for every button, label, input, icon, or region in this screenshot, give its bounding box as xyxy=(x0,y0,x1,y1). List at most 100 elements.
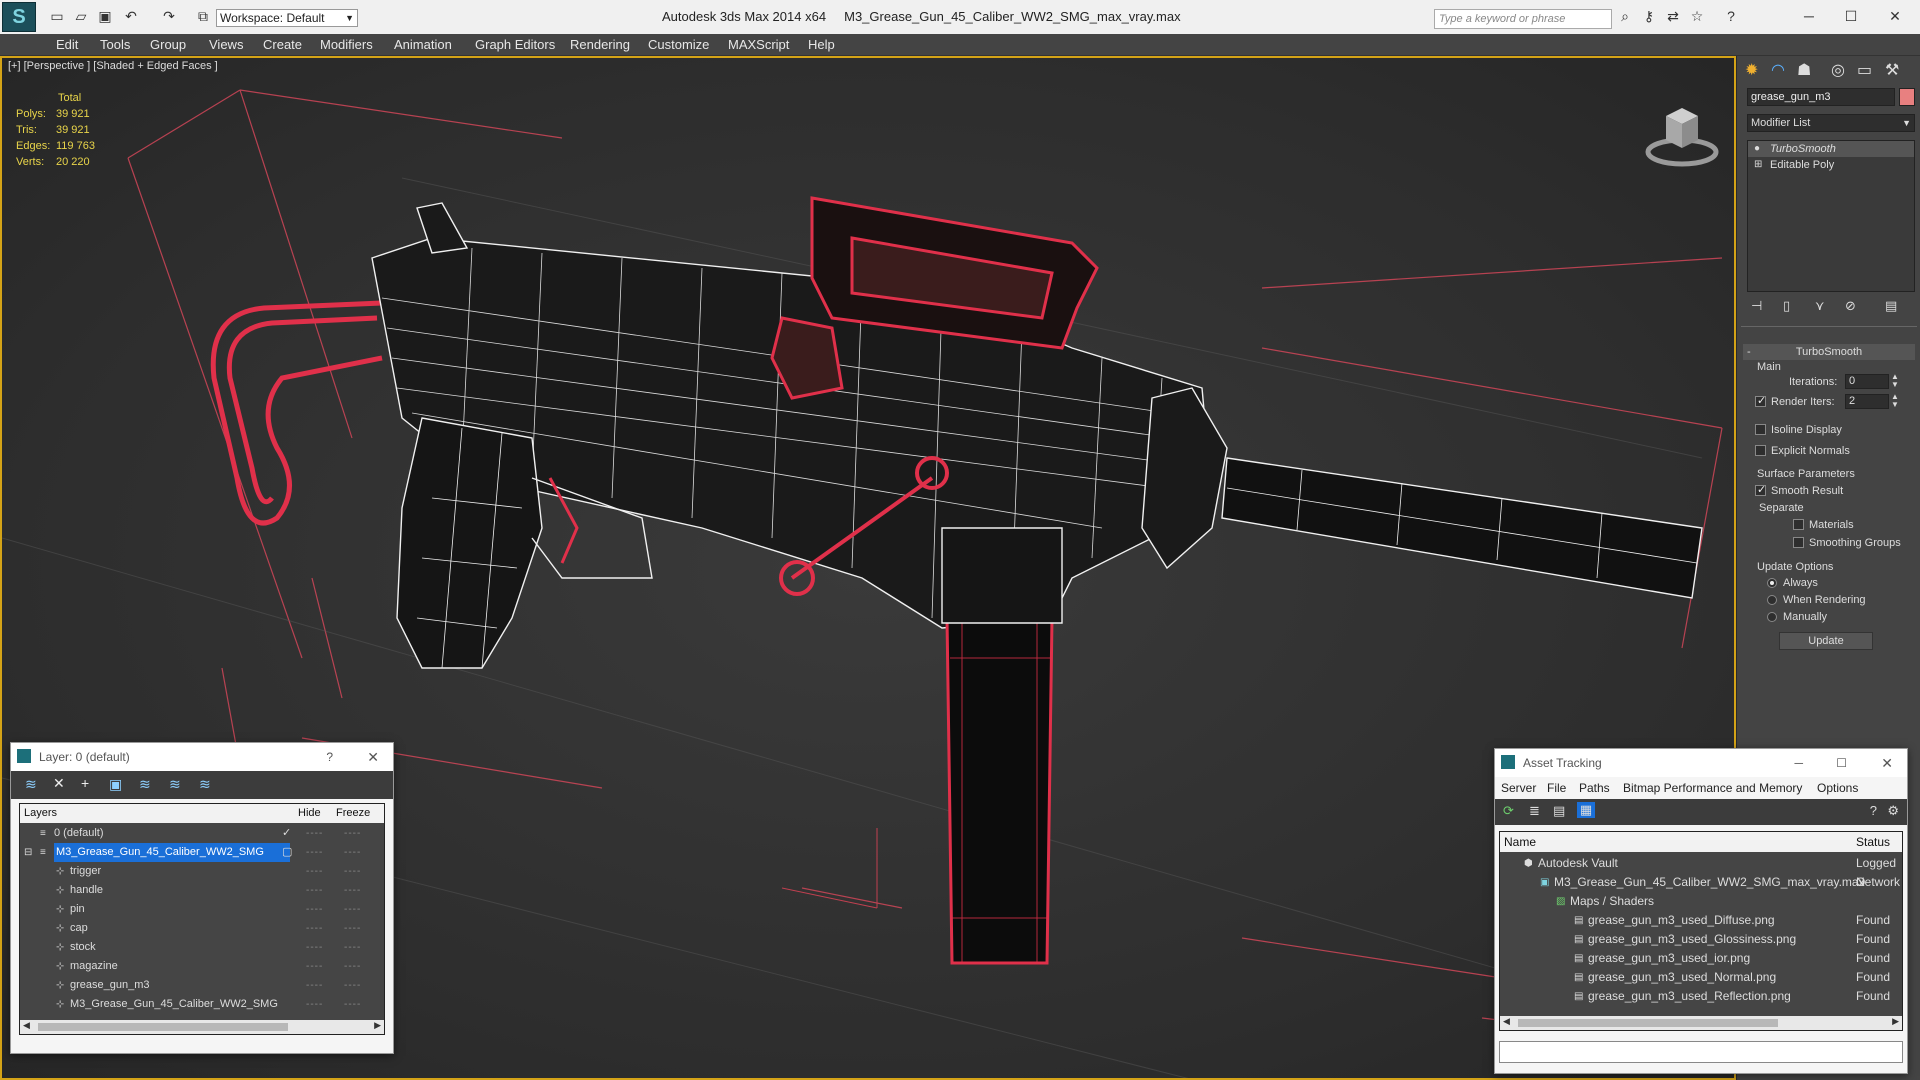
menu-bitmap-performance[interactable]: Bitmap Performance and Memory xyxy=(1623,777,1802,799)
update-button[interactable]: Update xyxy=(1779,632,1873,650)
freeze-toggle[interactable]: ---- xyxy=(344,995,361,1014)
hide-toggle[interactable]: ---- xyxy=(306,957,323,976)
object-name-field[interactable]: grease_gun_m3 xyxy=(1747,88,1895,106)
horizontal-scrollbar[interactable]: ◀ ▶ xyxy=(20,1020,384,1034)
help-icon[interactable]: ? xyxy=(1722,7,1740,25)
freeze-toggle[interactable]: ---- xyxy=(344,862,361,881)
materials-checkbox[interactable] xyxy=(1793,519,1804,530)
column-layers[interactable]: Layers xyxy=(24,804,57,823)
modify-tab-icon[interactable]: ◠ xyxy=(1771,60,1785,80)
expand-icon[interactable]: ⊞ xyxy=(1754,157,1762,173)
workspace-dropdown[interactable]: Workspace: Default ▼ xyxy=(216,9,358,27)
table-view-icon[interactable]: ▦ xyxy=(1577,802,1595,818)
freeze-toggle[interactable]: ---- xyxy=(344,824,361,843)
modifier-list-dropdown[interactable]: Modifier List ▼ xyxy=(1747,114,1915,132)
app-logo-icon[interactable]: S xyxy=(2,2,36,32)
binoculars-icon[interactable]: ⌕ xyxy=(1616,7,1634,25)
search-box[interactable]: Type a keyword or phrase xyxy=(1434,9,1612,29)
always-radio[interactable] xyxy=(1767,578,1777,588)
star-icon[interactable]: ☆ xyxy=(1688,7,1706,25)
spinner-arrows-icon[interactable]: ▲ ▼ xyxy=(1891,393,1899,409)
layer-row-selected[interactable]: ⊟ ≡ M3_Grease_Gun_45_Caliber_WW2_SMG ▢ -… xyxy=(20,843,380,862)
exchange-icon[interactable]: ⇄ xyxy=(1664,7,1682,25)
turbosmooth-rollout-header[interactable]: - TurboSmooth xyxy=(1743,344,1915,360)
scroll-right-icon[interactable]: ▶ xyxy=(1892,1016,1899,1027)
new-file-icon[interactable]: ▭ xyxy=(48,7,66,25)
smoothing-groups-checkbox[interactable] xyxy=(1793,537,1804,548)
maximize-icon[interactable]: ☐ xyxy=(1836,749,1847,777)
hide-toggle[interactable]: ---- xyxy=(306,900,323,919)
asset-row-file[interactable]: ▤ grease_gun_m3_used_Reflection.png Foun… xyxy=(1500,987,1900,1006)
remove-modifier-icon[interactable]: ⊘ xyxy=(1845,298,1856,314)
hide-toggle[interactable]: ---- xyxy=(306,862,323,881)
menu-help[interactable]: Help xyxy=(808,37,835,52)
hide-toggle[interactable]: ---- xyxy=(306,824,323,843)
object-row[interactable]: ⊹ cap ---- ---- xyxy=(20,919,380,938)
list-view-icon[interactable]: ≣ xyxy=(1529,803,1540,819)
menu-modifiers[interactable]: Modifiers xyxy=(320,37,373,52)
column-hide[interactable]: Hide xyxy=(298,804,321,823)
object-color-swatch[interactable] xyxy=(1899,88,1915,106)
stack-item-turbosmooth[interactable]: ● TurboSmooth xyxy=(1748,141,1914,157)
hide-toggle[interactable]: ---- xyxy=(306,976,323,995)
key-icon[interactable]: ⚷ xyxy=(1640,7,1658,25)
freeze-toggle[interactable]: ---- xyxy=(344,900,361,919)
close-icon[interactable]: ✕ xyxy=(1881,749,1893,777)
render-iters-checkbox[interactable] xyxy=(1755,394,1766,407)
explicit-normals-checkbox[interactable] xyxy=(1755,445,1766,456)
add-to-layer-icon[interactable]: + xyxy=(81,775,89,791)
object-row[interactable]: ⊹ stock ---- ---- xyxy=(20,938,380,957)
smooth-result-checkbox[interactable] xyxy=(1755,483,1766,496)
menu-options[interactable]: Options xyxy=(1817,777,1858,799)
close-icon[interactable]: ✕ xyxy=(367,743,379,771)
hide-toggle[interactable]: ---- xyxy=(306,843,323,862)
menu-rendering[interactable]: Rendering xyxy=(570,37,630,52)
help-icon[interactable]: ? xyxy=(1870,803,1877,818)
help-icon[interactable]: ? xyxy=(326,743,333,771)
layer-row[interactable]: ≡ 0 (default) ✓ ---- ---- xyxy=(20,824,380,843)
configure-sets-icon[interactable]: ▤ xyxy=(1885,298,1897,314)
tree-view-icon[interactable]: ▤ xyxy=(1553,803,1565,819)
menu-customize[interactable]: Customize xyxy=(648,37,709,52)
light-bulb-icon[interactable]: ● xyxy=(1754,141,1760,157)
asset-row-scene[interactable]: ▣ M3_Grease_Gun_45_Caliber_WW2_SMG_max_v… xyxy=(1500,873,1902,892)
isoline-display-checkbox[interactable] xyxy=(1755,424,1766,435)
object-row[interactable]: ⊹ grease_gun_m3 ---- ---- xyxy=(20,976,380,995)
hide-all-layers-icon[interactable]: ≋ xyxy=(169,776,181,793)
open-file-icon[interactable]: ▱ xyxy=(72,7,90,25)
hide-toggle[interactable]: ---- xyxy=(306,919,323,938)
create-tab-icon[interactable]: ✹ xyxy=(1745,60,1758,80)
asset-row-file[interactable]: ▤ grease_gun_m3_used_Glossiness.png Foun… xyxy=(1500,930,1900,949)
column-freeze[interactable]: Freeze xyxy=(336,804,370,823)
menu-paths[interactable]: Paths xyxy=(1579,777,1610,799)
project-icon[interactable]: ⧉ xyxy=(194,7,212,25)
make-unique-icon[interactable]: ⋎ xyxy=(1815,298,1825,314)
scroll-right-icon[interactable]: ▶ xyxy=(374,1020,381,1031)
freeze-toggle[interactable]: ---- xyxy=(344,938,361,957)
hide-toggle[interactable]: ---- xyxy=(306,995,323,1014)
display-tab-icon[interactable]: ▭ xyxy=(1857,60,1872,80)
menu-file[interactable]: File xyxy=(1547,777,1566,799)
iterations-spinner[interactable]: 0 xyxy=(1845,374,1889,389)
menu-server[interactable]: Server xyxy=(1501,777,1536,799)
object-row[interactable]: ⊹ pin ---- ---- xyxy=(20,900,380,919)
freeze-toggle[interactable]: ---- xyxy=(344,976,361,995)
object-row[interactable]: ⊹ handle ---- ---- xyxy=(20,881,380,900)
select-objects-icon[interactable]: ▣ xyxy=(109,776,122,793)
render-iters-spinner[interactable]: 2 xyxy=(1845,394,1889,409)
asset-window-title-bar[interactable]: Asset Tracking ─ ☐ ✕ xyxy=(1495,749,1907,777)
stack-item-editable-poly[interactable]: ⊞ Editable Poly xyxy=(1748,157,1914,173)
scrollbar-thumb[interactable] xyxy=(38,1023,288,1031)
maximize-icon[interactable]: ☐ xyxy=(1842,7,1860,25)
asset-row-maps[interactable]: ▨ Maps / Shaders xyxy=(1500,892,1900,911)
active-layer-check-icon[interactable]: ✓ xyxy=(282,824,291,843)
asset-row-file[interactable]: ▤ grease_gun_m3_used_Normal.png Found xyxy=(1500,968,1900,987)
minimize-icon[interactable]: ─ xyxy=(1794,749,1803,777)
when-rendering-radio[interactable] xyxy=(1767,595,1777,605)
highlight-layer-icon[interactable]: ≋ xyxy=(139,776,151,793)
freeze-toggle[interactable]: ---- xyxy=(344,881,361,900)
scroll-left-icon[interactable]: ◀ xyxy=(23,1020,30,1031)
minimize-icon[interactable]: ─ xyxy=(1800,7,1818,25)
layer-window-title-bar[interactable]: Layer: 0 (default) ? ✕ xyxy=(11,743,393,771)
object-row[interactable]: ⊹ trigger ---- ---- xyxy=(20,862,380,881)
